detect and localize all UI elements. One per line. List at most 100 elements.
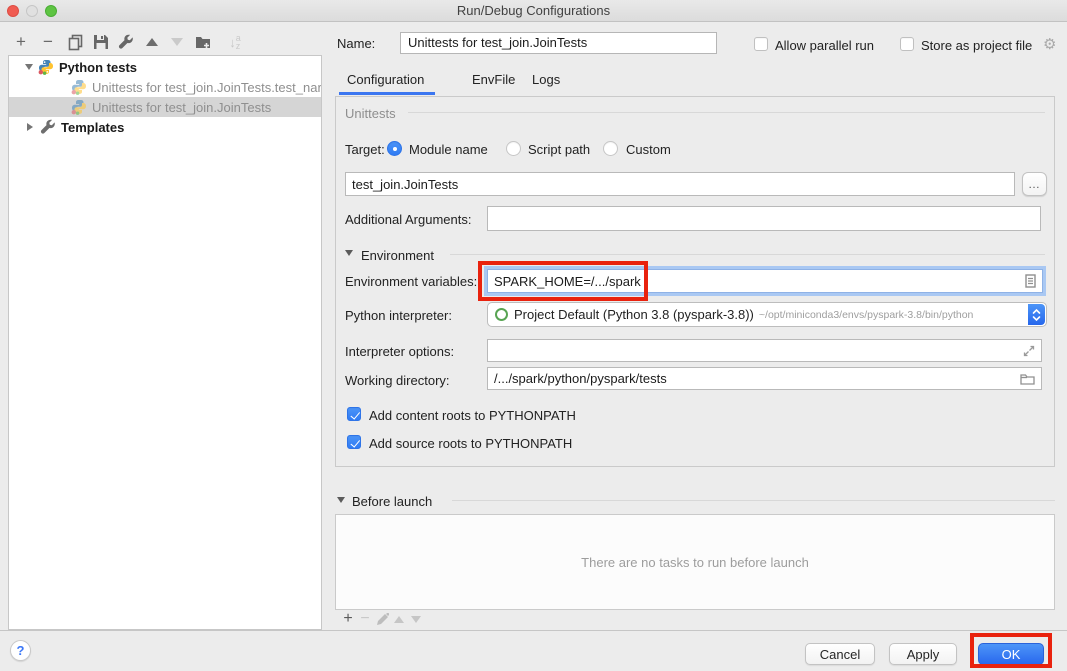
target-module-name-label[interactable]: Module name bbox=[409, 142, 488, 157]
expand-icon[interactable] bbox=[1023, 345, 1035, 357]
tree-item-jointests-selected[interactable]: Unittests for test_join.JoinTests bbox=[9, 97, 321, 117]
dropdown-stepper-icon[interactable] bbox=[1028, 304, 1045, 325]
create-folder-button[interactable] bbox=[192, 31, 214, 53]
chevron-down-icon[interactable] bbox=[25, 64, 33, 70]
allow-parallel-run-label: Allow parallel run bbox=[775, 38, 874, 53]
section-divider bbox=[450, 254, 1045, 255]
arrow-down-icon bbox=[411, 616, 421, 623]
python-test-icon bbox=[71, 99, 87, 115]
arrow-down-icon bbox=[171, 38, 183, 46]
sort-az-icon: az bbox=[236, 34, 241, 50]
python-test-icon bbox=[71, 79, 87, 95]
unittests-group-label: Unittests bbox=[345, 106, 396, 121]
tree-item-python-tests[interactable]: Python tests bbox=[9, 57, 321, 77]
python-interpreter-select[interactable]: Project Default (Python 3.8 (pyspark-3.8… bbox=[487, 302, 1047, 327]
active-tab-indicator bbox=[339, 92, 435, 95]
interpreter-options-label: Interpreter options: bbox=[345, 344, 454, 359]
group-divider bbox=[408, 112, 1045, 113]
window-titlebar: Run/Debug Configurations bbox=[0, 0, 1067, 22]
arrow-up-icon bbox=[394, 616, 404, 623]
add-content-roots-label: Add content roots to PYTHONPATH bbox=[369, 408, 576, 423]
minus-icon: − bbox=[360, 610, 369, 628]
store-as-project-file-label: Store as project file bbox=[921, 38, 1032, 53]
move-down-button[interactable] bbox=[166, 31, 188, 53]
ellipsis-icon: … bbox=[1028, 177, 1041, 191]
environment-section-chevron-icon[interactable] bbox=[345, 250, 353, 256]
copy-icon bbox=[67, 34, 84, 51]
question-icon: ? bbox=[17, 643, 25, 658]
add-source-roots-label: Add source roots to PYTHONPATH bbox=[369, 436, 572, 451]
store-as-project-file-checkbox[interactable] bbox=[900, 37, 914, 51]
arrow-up-icon bbox=[146, 38, 158, 46]
new-folder-icon bbox=[195, 35, 212, 50]
target-script-path-label[interactable]: Script path bbox=[528, 142, 590, 157]
interpreter-options-input[interactable] bbox=[487, 339, 1042, 362]
plus-icon: + bbox=[343, 610, 352, 628]
folder-icon[interactable] bbox=[1020, 373, 1035, 385]
move-task-down-button[interactable] bbox=[407, 610, 425, 628]
target-custom-label[interactable]: Custom bbox=[626, 142, 671, 157]
environment-section-label: Environment bbox=[361, 248, 434, 263]
name-input[interactable]: Unittests for test_join.JoinTests bbox=[400, 32, 717, 54]
tree-item-label: Unittests for test_join.JoinTests.test_n… bbox=[92, 80, 321, 95]
before-launch-task-list: There are no tasks to run before launch bbox=[335, 514, 1055, 610]
tab-configuration[interactable]: Configuration bbox=[347, 72, 424, 87]
configurations-tree: Python tests Unittests for test_join.Joi… bbox=[8, 55, 322, 630]
conda-env-icon bbox=[495, 308, 508, 321]
empty-tasks-message: There are no tasks to run before launch bbox=[581, 555, 809, 570]
working-directory-label: Working directory: bbox=[345, 373, 450, 388]
allow-parallel-run-checkbox[interactable] bbox=[754, 37, 768, 51]
remove-task-button[interactable]: − bbox=[356, 610, 374, 628]
interpreter-path: ~/opt/miniconda3/envs/pyspark-3.8/bin/py… bbox=[759, 309, 974, 321]
before-launch-chevron-icon[interactable] bbox=[337, 497, 345, 503]
move-task-up-button[interactable] bbox=[390, 610, 408, 628]
name-label: Name: bbox=[337, 36, 375, 51]
browse-variables-icon[interactable] bbox=[1025, 274, 1036, 288]
target-input[interactable]: test_join.JoinTests bbox=[345, 172, 1015, 196]
gear-icon[interactable]: ⚙ bbox=[1043, 35, 1056, 53]
tree-item-test-narrow[interactable]: Unittests for test_join.JoinTests.test_n… bbox=[9, 77, 321, 97]
working-directory-input[interactable]: /.../spark/python/pyspark/tests bbox=[487, 367, 1042, 390]
target-custom-radio[interactable] bbox=[603, 141, 618, 156]
environment-variables-label: Environment variables: bbox=[345, 274, 477, 289]
target-module-name-radio[interactable] bbox=[387, 141, 402, 156]
edit-templates-button[interactable] bbox=[115, 31, 137, 53]
save-icon bbox=[93, 34, 109, 50]
add-configuration-button[interactable]: + bbox=[10, 31, 32, 53]
tab-envfile[interactable]: EnvFile bbox=[472, 72, 515, 87]
python-interpreter-label: Python interpreter: bbox=[345, 308, 452, 323]
chevron-right-icon[interactable] bbox=[27, 123, 33, 131]
before-launch-label: Before launch bbox=[352, 494, 432, 509]
templates-wrench-icon bbox=[40, 119, 56, 135]
save-configuration-button[interactable] bbox=[90, 31, 112, 53]
help-button[interactable]: ? bbox=[10, 640, 31, 661]
sort-configurations-button[interactable]: ↓ az bbox=[224, 31, 246, 53]
tab-logs[interactable]: Logs bbox=[532, 72, 560, 87]
edit-task-button[interactable] bbox=[373, 610, 391, 628]
cancel-button[interactable]: Cancel bbox=[805, 643, 875, 665]
remove-configuration-button[interactable]: − bbox=[37, 31, 59, 53]
section-divider bbox=[452, 500, 1055, 501]
copy-configuration-button[interactable] bbox=[64, 31, 86, 53]
additional-arguments-input[interactable] bbox=[487, 206, 1041, 231]
tree-item-templates[interactable]: Templates bbox=[9, 117, 321, 137]
target-label: Target: bbox=[345, 142, 385, 157]
minus-icon: − bbox=[43, 32, 53, 52]
browse-button[interactable]: … bbox=[1022, 172, 1047, 196]
add-task-button[interactable]: + bbox=[339, 610, 357, 628]
move-up-button[interactable] bbox=[141, 31, 163, 53]
target-script-path-radio[interactable] bbox=[506, 141, 521, 156]
apply-button[interactable]: Apply bbox=[889, 643, 957, 665]
pencil-icon bbox=[376, 613, 389, 626]
tree-item-label: Python tests bbox=[59, 60, 137, 75]
annotation-box-ok bbox=[970, 633, 1052, 668]
window-title: Run/Debug Configurations bbox=[0, 0, 1067, 21]
minimize-button[interactable] bbox=[26, 5, 38, 17]
add-source-roots-checkbox[interactable] bbox=[347, 435, 361, 449]
add-content-roots-checkbox[interactable] bbox=[347, 407, 361, 421]
close-button[interactable] bbox=[7, 5, 19, 17]
tree-item-label: Templates bbox=[61, 120, 124, 135]
wrench-icon bbox=[118, 34, 134, 50]
zoom-button[interactable] bbox=[45, 5, 57, 17]
additional-arguments-label: Additional Arguments: bbox=[345, 212, 471, 227]
